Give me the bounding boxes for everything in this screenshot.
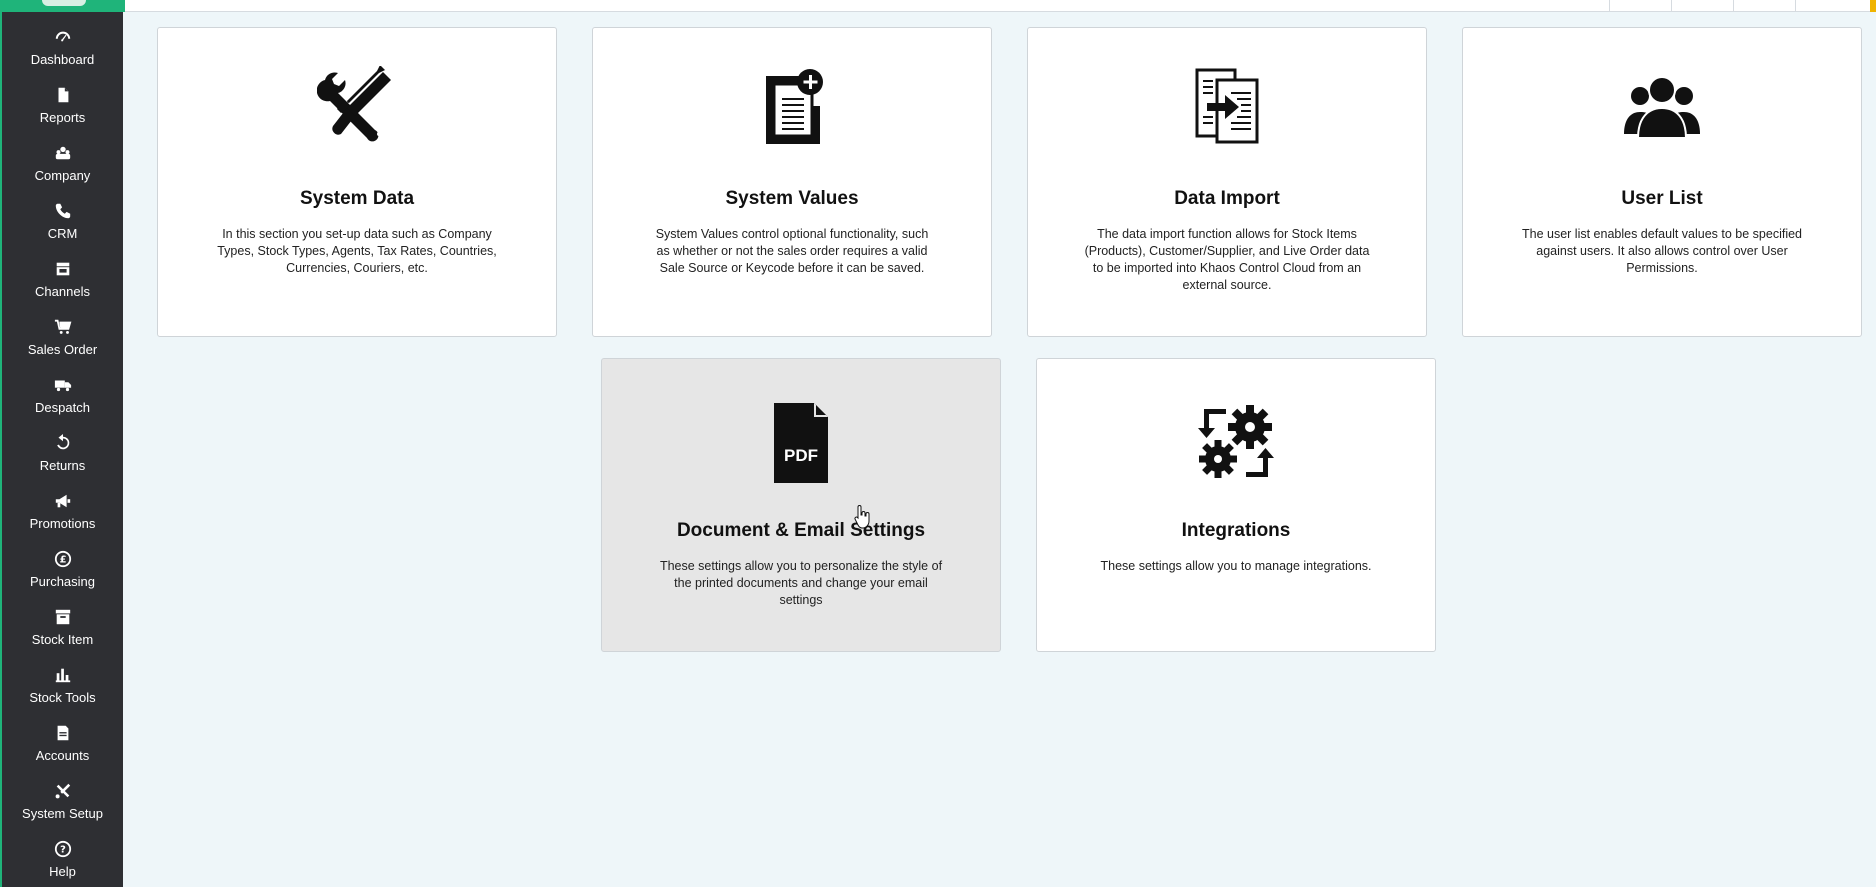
sidebar-item-label: Stock Tools (29, 690, 96, 705)
truck-icon (54, 376, 72, 394)
card-user-list[interactable]: User List The user list enables default … (1462, 27, 1862, 337)
megaphone-icon (54, 492, 72, 510)
return-arrow-icon (54, 434, 72, 452)
bar-chart-icon (54, 666, 72, 684)
sidebar-item-label: Channels (35, 284, 90, 299)
document-icon (54, 86, 72, 104)
pdf-label: PDF (784, 446, 818, 465)
hand-cursor-icon (852, 505, 872, 529)
card-system-values[interactable]: System Values System Values control opti… (592, 27, 992, 337)
top-bar-button-1[interactable] (1609, 0, 1671, 11)
svg-text:?: ? (60, 845, 66, 856)
sidebar-item-label: Stock Item (31, 632, 94, 647)
card-description: The user list enables default values to … (1521, 227, 1803, 275)
card-description: The data import function allows for Stoc… (1084, 227, 1370, 292)
card-integrations[interactable]: Integrations These settings allow you to… (1036, 358, 1436, 652)
document-plus-icon (593, 66, 991, 146)
sidebar-item-channels[interactable]: Channels (2, 254, 123, 312)
sidebar-item-dashboard[interactable]: Dashboard (2, 22, 123, 80)
ledger-icon (54, 724, 72, 742)
sidebar-item-label: Reports (39, 110, 86, 125)
store-icon (54, 260, 72, 278)
sidebar-item-label: Accounts (35, 748, 90, 763)
sidebar-item-label: Purchasing (29, 574, 96, 589)
sidebar-item-returns[interactable]: Returns (2, 428, 123, 486)
top-bar-button-3[interactable] (1733, 0, 1795, 11)
sidebar-item-label: Help (49, 864, 76, 879)
users-icon (1463, 66, 1861, 146)
svg-text:£: £ (59, 555, 66, 566)
card-description: These settings allow you to manage integ… (1100, 559, 1372, 573)
card-data-import[interactable]: Data Import The data import function all… (1027, 27, 1427, 337)
card-title: Data Import (1174, 188, 1280, 209)
card-description: System Values control optional functiona… (655, 227, 929, 275)
card-description: These settings allow you to personalize … (659, 559, 943, 607)
pdf-file-icon: PDF (602, 403, 1000, 483)
sidebar-item-crm[interactable]: CRM (2, 196, 123, 254)
box-icon (54, 608, 72, 626)
card-title: User List (1621, 188, 1703, 209)
sidebar-item-promotions[interactable]: Promotions (2, 486, 123, 544)
card-system-data[interactable]: System Data In this section you set-up d… (157, 27, 557, 337)
card-description: In this section you set-up data such as … (217, 227, 497, 275)
wrench-screwdriver-icon (158, 66, 556, 146)
pound-coin-icon: £ (54, 550, 72, 568)
cart-icon (54, 318, 72, 336)
sidebar-item-sales-order[interactable]: Sales Order (2, 312, 123, 370)
sidebar: Dashboard Reports Company CRM Channels S… (0, 0, 125, 887)
card-title: System Data (299, 188, 415, 209)
sidebar-item-label: Promotions (29, 516, 96, 531)
sidebar-item-label: Returns (39, 458, 86, 473)
sidebar-item-purchasing[interactable]: £ Purchasing (2, 544, 123, 602)
question-circle-icon: ? (54, 840, 72, 858)
sidebar-item-company[interactable]: Company (2, 138, 123, 196)
sidebar-item-label: CRM (47, 226, 78, 241)
sidebar-item-stock-item[interactable]: Stock Item (2, 602, 123, 660)
gears-sync-icon (1037, 403, 1435, 483)
dashboard-gauge-icon (54, 28, 72, 46)
sidebar-item-accounts[interactable]: Accounts (2, 718, 123, 776)
logo[interactable] (2, 0, 125, 12)
sidebar-item-reports[interactable]: Reports (2, 80, 123, 138)
document-import-icon (1028, 66, 1426, 146)
sidebar-item-system-setup[interactable]: System Setup (2, 776, 123, 834)
sidebar-item-label: System Setup (22, 806, 103, 821)
card-title: Document & Email Settings (676, 520, 926, 541)
company-icon (54, 144, 72, 162)
top-bar-button-2[interactable] (1671, 0, 1733, 11)
top-bar-button-4[interactable] (1795, 0, 1857, 11)
sidebar-item-label: Despatch (35, 400, 90, 415)
phone-icon (54, 202, 72, 220)
sidebar-item-help[interactable]: ? Help (2, 834, 123, 887)
sidebar-item-despatch[interactable]: Despatch (2, 370, 123, 428)
sidebar-item-stock-tools[interactable]: Stock Tools (2, 660, 123, 718)
sidebar-item-label: Dashboard (30, 52, 95, 67)
card-title: System Values (725, 188, 859, 209)
card-title: Integrations (1181, 520, 1291, 541)
wrench-screwdriver-icon (54, 782, 72, 800)
top-bar (123, 0, 1876, 12)
top-bar-accent (1870, 0, 1876, 12)
sidebar-item-label: Company (34, 168, 91, 183)
sidebar-item-label: Sales Order (27, 342, 98, 357)
card-document-email-settings[interactable]: PDF Document & Email Settings These sett… (601, 358, 1001, 652)
